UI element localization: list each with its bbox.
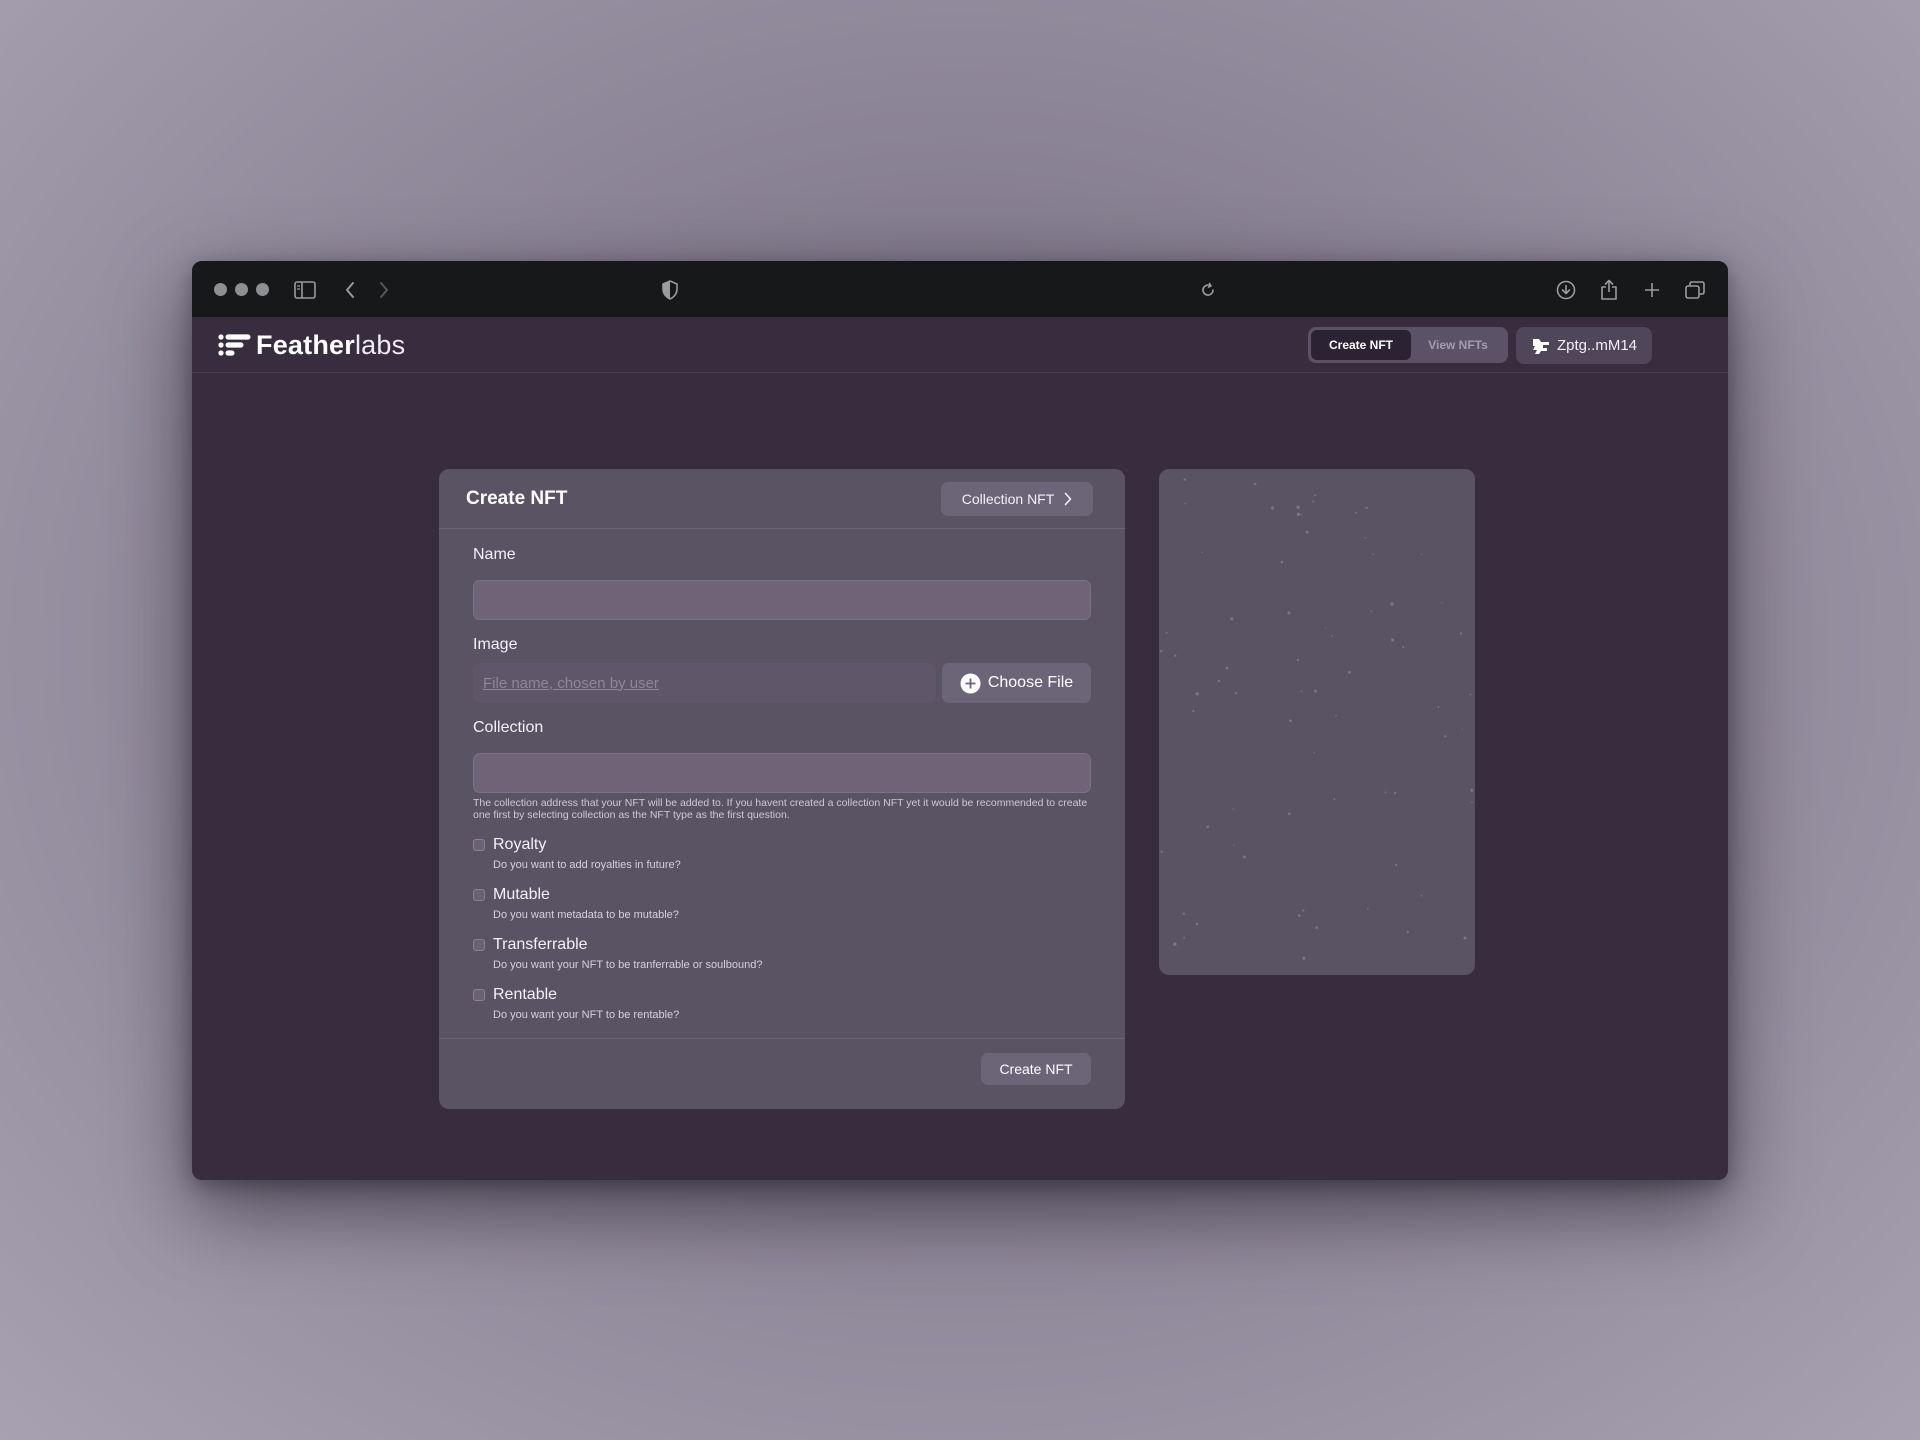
- image-label: Image: [473, 636, 518, 653]
- plus-circle-icon: [960, 673, 981, 693]
- download-icon[interactable]: [1553, 277, 1579, 303]
- window-close-button[interactable]: [214, 283, 227, 296]
- mutable-description: Do you want metadata to be mutable?: [493, 909, 679, 921]
- rentable-checkbox[interactable]: [473, 989, 485, 1001]
- reload-icon[interactable]: [1195, 277, 1221, 303]
- royalty-label[interactable]: Royalty: [493, 836, 546, 854]
- chevron-right-icon: [1064, 492, 1072, 506]
- create-nft-button[interactable]: Create NFT: [981, 1053, 1091, 1085]
- tab-create-nft[interactable]: Create NFT: [1311, 330, 1411, 360]
- form-header: Create NFT Collection NFT: [439, 469, 1125, 529]
- app-header: Featherlabs Create NFT View NFTs Zptg..m…: [192, 317, 1728, 373]
- shield-icon[interactable]: [657, 277, 683, 303]
- option-transferrable: Transferrable Do you want your NFT to be…: [473, 936, 1093, 978]
- create-nft-form: Create NFT Collection NFT Name Image Fil…: [439, 469, 1125, 1109]
- option-royalty: Royalty Do you want to add royalties in …: [473, 836, 1093, 878]
- new-tab-icon[interactable]: [1639, 277, 1665, 303]
- form-footer-divider: [439, 1038, 1125, 1039]
- logo-wordmark-light: labs: [354, 329, 406, 360]
- transferrable-label[interactable]: Transferrable: [493, 936, 588, 954]
- featherlabs-logo[interactable]: Featherlabs: [218, 329, 405, 361]
- image-file-placeholder: File name, chosen by user: [483, 674, 659, 692]
- rentable-label[interactable]: Rentable: [493, 986, 557, 1004]
- rentable-description: Do you want your NFT to be rentable?: [493, 1009, 680, 1021]
- mutable-label[interactable]: Mutable: [493, 886, 550, 904]
- browser-toolbar: [192, 261, 1728, 317]
- form-title: Create NFT: [466, 488, 568, 509]
- window-zoom-button[interactable]: [256, 283, 269, 296]
- browser-window: Featherlabs Create NFT View NFTs Zptg..m…: [192, 261, 1728, 1180]
- window-minimize-button[interactable]: [235, 283, 248, 296]
- transferrable-description: Do you want your NFT to be tranferrable …: [493, 959, 763, 971]
- transferrable-checkbox[interactable]: [473, 939, 485, 951]
- nft-type-label: Collection NFT: [961, 491, 1055, 507]
- collection-input[interactable]: [473, 753, 1091, 793]
- collection-label: Collection: [473, 719, 544, 736]
- forward-icon[interactable]: [371, 277, 397, 303]
- royalty-description: Do you want to add royalties in future?: [493, 859, 681, 871]
- feather-logo-icon: [218, 334, 251, 356]
- share-icon[interactable]: [1596, 277, 1622, 303]
- tab-view-nfts[interactable]: View NFTs: [1411, 330, 1505, 360]
- wallet-button[interactable]: Zptg..mM14: [1516, 327, 1652, 364]
- view-switcher: Create NFT View NFTs: [1308, 327, 1508, 363]
- logo-wordmark: Featherlabs: [256, 330, 405, 361]
- logo-wordmark-strong: Feather: [256, 329, 355, 360]
- option-mutable: Mutable Do you want metadata to be mutab…: [473, 886, 1093, 928]
- mutable-checkbox[interactable]: [473, 889, 485, 901]
- choose-file-label: Choose File: [987, 674, 1074, 691]
- choose-file-button[interactable]: Choose File: [942, 663, 1091, 703]
- wallet-address: Zptg..mM14: [1556, 337, 1638, 354]
- wallet-avatar-icon: [1532, 338, 1549, 354]
- sidebar-icon[interactable]: [292, 277, 318, 303]
- back-icon[interactable]: [337, 277, 363, 303]
- image-file-field[interactable]: File name, chosen by user: [473, 663, 936, 703]
- name-label: Name: [473, 546, 516, 563]
- nft-preview-panel: [1159, 469, 1475, 975]
- nft-type-button[interactable]: Collection NFT: [941, 482, 1093, 516]
- preview-noise: [1160, 478, 1474, 960]
- name-input[interactable]: [473, 580, 1091, 620]
- tabs-icon[interactable]: [1682, 277, 1708, 303]
- royalty-checkbox[interactable]: [473, 839, 485, 851]
- collection-helper-text: The collection address that your NFT wil…: [473, 797, 1088, 821]
- option-rentable: Rentable Do you want your NFT to be rent…: [473, 986, 1093, 1028]
